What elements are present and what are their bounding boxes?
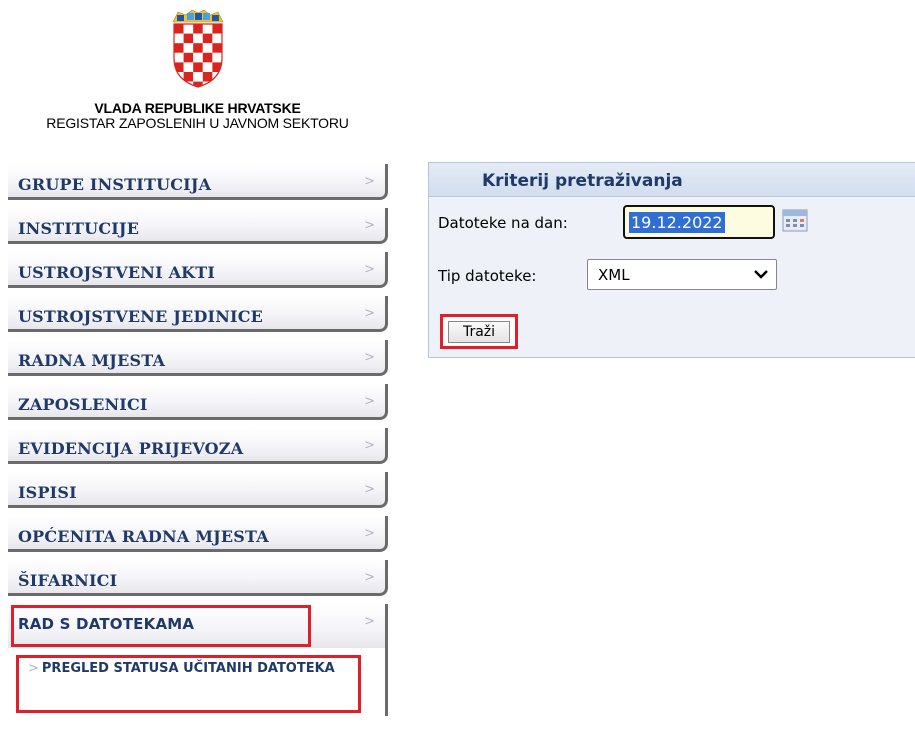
menu-item-label: RADNA MJESTA: [18, 351, 166, 370]
crest-check-cell: [211, 43, 222, 53]
chevron-right-icon: >: [364, 218, 375, 233]
crest-check-cell: [183, 72, 193, 82]
crest-check-cell: [192, 72, 203, 82]
chevron-right-icon: >: [364, 438, 375, 453]
submenu-pregled-statusa: > PREGLED STATUSA UČITANIH DATOTEKA: [8, 648, 388, 716]
menu-item-label: GRUPE INSTITUCIJA: [18, 175, 212, 194]
crest-check-cell: [173, 33, 184, 44]
crest-check-cell: [173, 52, 184, 63]
crest-check-cell: [173, 24, 184, 34]
menu-item-zaposlenici[interactable]: ZAPOSLENICI >: [8, 384, 388, 420]
crest-check-cell: [202, 43, 212, 53]
menu-item-ustrojstveni-akti[interactable]: USTROJSTVENI AKTI >: [8, 252, 388, 288]
chevron-right-icon: >: [364, 526, 375, 541]
chevron-right-icon: >: [364, 394, 375, 409]
highlight-box: [11, 605, 311, 647]
menu-item-opcenita-radna-mjesta[interactable]: OPĆENITA RADNA MJESTA >: [8, 516, 388, 552]
crest-check-cell: [183, 43, 193, 53]
menu-item-evidencija-prijevoza[interactable]: EVIDENCIJA PRIJEVOZA >: [8, 428, 388, 464]
chevron-right-icon: >: [364, 350, 375, 365]
crest-check-cell: [192, 62, 203, 72]
government-title: VLADA REPUBLIKE HRVATSKE: [94, 100, 301, 116]
file-type-value: XML: [598, 266, 630, 284]
crest-check-cell: [173, 72, 184, 82]
chevron-right-icon: >: [364, 306, 375, 321]
menu-item-ustrojstvene-jedinice[interactable]: USTROJSTVENE JEDINICE >: [8, 296, 388, 332]
submenu-item-label: PREGLED STATUSA UČITANIH DATOTEKA: [41, 661, 335, 676]
search-criteria-panel: Kriterij pretraživanja Datoteke na dan: …: [428, 162, 915, 358]
crest-check-cell: [183, 52, 193, 63]
crest-check-cell: [173, 81, 184, 87]
crest-check-cell: [202, 33, 212, 44]
crest-check-cell: [202, 62, 212, 72]
chevron-right-icon: >: [364, 482, 375, 497]
menu-item-label: ISPISI: [18, 483, 77, 502]
file-type-label: Tip datoteke:: [438, 267, 537, 285]
search-button[interactable]: Traži: [448, 321, 510, 343]
registry-subtitle: REGISTAR ZAPOSLENIH U JAVNOM SEKTORU: [46, 115, 349, 131]
crest-check-cell: [211, 33, 222, 44]
date-value: 19.12.2022: [629, 212, 725, 233]
menu-item-institucije[interactable]: INSTITUCIJE >: [8, 208, 388, 244]
crest-check-cell: [183, 33, 193, 44]
crest-shield: [172, 23, 223, 88]
crest-check-cell: [183, 62, 193, 72]
crest-check-cell: [202, 24, 212, 34]
chevron-right-icon: >: [364, 262, 375, 277]
crest-check-cell: [173, 43, 184, 53]
chevron-right-icon: >: [364, 614, 375, 629]
submenu-item-pregled-statusa-ucitanih-datoteka[interactable]: > PREGLED STATUSA UČITANIH DATOTEKA: [28, 658, 358, 679]
crest-check-cell: [202, 52, 212, 63]
panel-header: Kriterij pretraživanja: [429, 163, 915, 197]
menu-item-label: USTROJSTVENE JEDINICE: [18, 307, 264, 326]
menu-item-label: ZAPOSLENICI: [18, 395, 148, 414]
menu-item-label: OPĆENITA RADNA MJESTA: [18, 527, 269, 546]
file-type-select[interactable]: XML: [587, 259, 777, 290]
croatian-coat-of-arms-icon: [172, 9, 223, 88]
crest-check-cell: [211, 72, 222, 82]
crest-check-cell: [211, 81, 222, 87]
chevron-down-icon: [754, 270, 768, 279]
crest-check-cell: [192, 43, 203, 53]
sidebar-menu: GRUPE INSTITUCIJA > INSTITUCIJE > USTROJ…: [8, 164, 388, 716]
crest-check-cell: [211, 52, 222, 63]
menu-item-sifarnici[interactable]: ŠIFARNICI >: [8, 560, 388, 596]
search-button-highlight: Traži: [440, 314, 518, 349]
header: VLADA REPUBLIKE HRVATSKE REGISTAR ZAPOSL…: [0, 8, 395, 131]
crest-check-cell: [202, 72, 212, 82]
menu-item-label: USTROJSTVENI AKTI: [18, 263, 216, 282]
menu-item-ispisi[interactable]: ISPISI >: [8, 472, 388, 508]
crest-check-cell: [192, 52, 203, 63]
chevron-right-icon: >: [28, 661, 39, 676]
chevron-right-icon: >: [364, 570, 375, 585]
menu-item-grupe-institucija[interactable]: GRUPE INSTITUCIJA >: [8, 164, 388, 200]
menu-item-radna-mjesta[interactable]: RADNA MJESTA >: [8, 340, 388, 376]
menu-item-label: EVIDENCIJA PRIJEVOZA: [18, 439, 244, 458]
crest-check-cell: [211, 24, 222, 34]
calendar-icon[interactable]: [781, 207, 809, 233]
menu-item-label: INSTITUCIJE: [18, 219, 140, 238]
crest-crown: [172, 9, 223, 23]
menu-item-rad-s-datotekama[interactable]: RAD S DATOTEKAMA >: [8, 604, 388, 648]
panel-title: Kriterij pretraživanja: [482, 171, 683, 191]
crest-check-cell: [183, 24, 193, 34]
menu-item-label: ŠIFARNICI: [18, 571, 118, 590]
crest-check-cell: [192, 33, 203, 44]
date-label: Datoteke na dan:: [438, 214, 568, 232]
crest-check-cell: [192, 24, 203, 34]
date-input[interactable]: 19.12.2022: [623, 205, 775, 239]
chevron-right-icon: >: [364, 174, 375, 189]
